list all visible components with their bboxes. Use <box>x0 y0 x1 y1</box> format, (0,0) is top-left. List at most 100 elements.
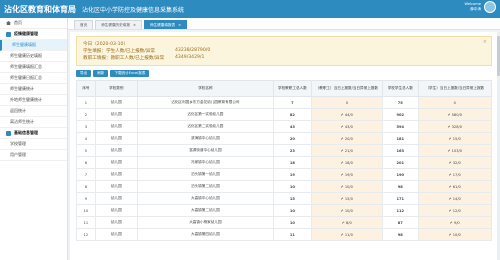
refresh-button[interactable]: 刷新 <box>93 70 109 77</box>
row-student-report: ↱580/0 <box>417 108 493 121</box>
notice-date: 今日（2020-03-10） <box>83 41 129 47</box>
sidebar-item-daily-summary[interactable]: 师生健康日报汇总 <box>0 73 67 84</box>
trend-arrow-icon: ↱ <box>340 124 344 129</box>
trend-arrow-icon: ↱ <box>448 160 452 165</box>
trend-arrow-icon: ↱ <box>340 136 344 141</box>
col-header-school: 学校名称 <box>136 80 275 97</box>
home-icon <box>6 21 11 25</box>
close-icon[interactable]: × <box>483 39 487 45</box>
sidebar-item-leave-stats[interactable]: 离沾师生统计 <box>0 117 67 128</box>
export-button[interactable]: 导出 <box>76 70 92 77</box>
row-staff-total: 18 <box>273 156 312 169</box>
row-staff-total: 19 <box>273 168 312 181</box>
row-index: 9 <box>76 192 96 205</box>
trend-arrow-icon: ↱ <box>340 172 344 177</box>
trend-arrow-icon: ↱ <box>340 208 344 213</box>
row-student-total: 201 <box>381 156 419 169</box>
row-staff-total: 10 <box>273 216 312 229</box>
sidebar-item-health-stats[interactable]: 师生健康统计 <box>0 84 67 95</box>
row-school-name: 大高镇小杨家幼儿园 <box>136 216 275 229</box>
sidebar-item-user-manage[interactable]: 用户管理 <box>0 150 67 161</box>
sidebar-item-return-stats[interactable]: 返回统计 <box>0 106 67 117</box>
col-header-student-report: （学生）当日上报数/当日异常上报数 <box>417 80 493 97</box>
row-staff-report: ↱10/0 <box>310 204 383 217</box>
trend-arrow-icon: ↱ <box>447 148 451 153</box>
trend-arrow-icon: ↱ <box>340 184 344 189</box>
tab-health-report-table[interactable]: 师生健康填报表 × <box>143 20 188 29</box>
tab-bar: 首页 师生健康历史填报 × 师生健康填报表 × <box>68 18 500 30</box>
col-header-staff-total: 学校教职工总人数 <box>273 80 312 97</box>
row-school-name: 大高镇中心幼儿园 <box>136 192 275 205</box>
row-student-total: 98 <box>381 228 419 241</box>
trend-arrow-icon: ↱ <box>341 220 345 225</box>
row-student-report: ↱14/0 <box>417 192 493 205</box>
close-icon[interactable]: × <box>133 23 136 27</box>
col-header-staff-report: （教职工）当日上报数/当日异常上报数 <box>310 80 383 97</box>
row-index: 1 <box>76 96 96 109</box>
sidebar-group-basic[interactable]: 基础信息管理 <box>0 128 67 139</box>
staff-report-label: 教职工填报：教职工人数/已上报数/异常 <box>83 55 165 61</box>
avatar[interactable] <box>484 1 496 13</box>
report-table: 序号 学校类别 学校名称 学校教职工总人数 （教职工）当日上报数/当日异常上报数… <box>76 80 493 241</box>
row-student-report: ↱61/0 <box>417 180 493 193</box>
row-school-name: 泊头镇第二幼儿园 <box>136 180 275 193</box>
row-category: 幼儿园 <box>94 228 138 241</box>
sidebar-item-health-history[interactable]: 师生健康历史填报 <box>0 51 67 62</box>
sidebar-item-health-report[interactable]: 师生健康填报 <box>0 40 67 51</box>
trend-arrow-icon: ↱ <box>448 136 452 141</box>
sidebar-item-report-summary[interactable]: 师生健康填报汇总 <box>0 62 67 73</box>
sidebar-item-home[interactable]: 首页 <box>0 18 67 29</box>
row-student-total: 112 <box>381 204 419 217</box>
tab-home[interactable]: 首页 <box>74 20 94 29</box>
row-staff-total: 10 <box>273 180 312 193</box>
tab-health-history[interactable]: 师生健康历史填报 × <box>95 20 142 29</box>
row-category: 幼儿园 <box>94 204 138 217</box>
sidebar-group-health[interactable]: 疫情健康管理 <box>0 29 67 40</box>
user-menu[interactable]: Welcome 薛中涛 <box>465 1 496 13</box>
row-staff-total: 11 <box>273 228 312 241</box>
sidebar-item-outside-stats[interactable]: 外地师生健康统计 <box>0 95 67 106</box>
trend-arrow-icon: ↱ <box>340 112 344 117</box>
row-index: 5 <box>76 144 96 157</box>
row-student-total: 75 <box>381 96 419 109</box>
table-row: 10 幼儿园 大高镇第二幼儿园 10 ↱10/0 112 ↱12/0 <box>76 204 493 217</box>
row-index: 3 <box>76 120 96 133</box>
row-category: 幼儿园 <box>94 96 138 109</box>
system-title: 沾化区中小学防控及健康信息采集系统 <box>82 6 185 14</box>
table-row: 5 幼儿园 富源街道中心幼儿园 23 ↱21/0 163 ↱103/0 <box>76 144 493 157</box>
row-school-name: 沾化区第二实验幼儿园 <box>136 120 275 133</box>
row-staff-report: ↱43/0 <box>310 120 383 133</box>
row-staff-total: 7 <box>273 96 312 109</box>
trend-arrow-icon: ↱ <box>448 208 452 213</box>
table-row: 11 幼儿园 大高镇小杨家幼儿园 10 ↱8/0 87 ↱9/0 <box>76 216 493 229</box>
row-category: 幼儿园 <box>94 180 138 193</box>
table-row: 12 幼儿园 大高镇第四幼儿园 11 ↱11/0 98 ↱10/0 <box>76 228 493 241</box>
close-icon[interactable]: × <box>178 23 181 27</box>
download-excel-button[interactable]: 下载统计Excel报表 <box>110 70 150 77</box>
toolbar: 导出 刷新 下载统计Excel报表 <box>76 70 492 77</box>
row-staff-total: 43 <box>273 120 312 133</box>
row-staff-report: ↱20/0 <box>310 132 383 145</box>
row-student-report: ↱9/0 <box>417 216 493 229</box>
row-index: 8 <box>76 180 96 193</box>
row-student-report: ↱32/0 <box>417 156 493 169</box>
row-category: 幼儿园 <box>94 120 138 133</box>
sidebar-item-school-manage[interactable]: 学校管理 <box>0 139 67 150</box>
row-category: 幼儿园 <box>94 108 138 121</box>
row-staff-report: ↱15/0 <box>310 192 383 205</box>
row-staff-total: 23 <box>273 144 312 157</box>
settings-icon <box>6 130 11 136</box>
staff-report-value: 4349/3429/1 <box>175 55 205 60</box>
table-row: 8 幼儿园 泊头镇第二幼儿园 10 ↱10/0 98 ↱61/0 <box>76 180 493 193</box>
col-header-student-total: 学校学生总人数 <box>381 80 419 97</box>
row-student-total: 594 <box>381 120 419 133</box>
row-school-name: 冯家镇中心幼儿园 <box>136 156 275 169</box>
main-content: 今日（2020-03-10） 学生填报：学生人数/已上报数/异常 43238/2… <box>70 32 498 260</box>
row-index: 4 <box>76 132 96 145</box>
col-header-category: 学校类别 <box>94 80 138 97</box>
row-student-report: 0 <box>417 96 493 109</box>
table-row: 2 幼儿园 沾化区第一实验幼儿园 82 ↱44/0 902 ↱580/0 <box>76 108 493 121</box>
student-report-value: 43238/28790/0 <box>175 48 211 53</box>
row-category: 幼儿园 <box>94 132 138 145</box>
row-student-total: 163 <box>381 144 419 157</box>
